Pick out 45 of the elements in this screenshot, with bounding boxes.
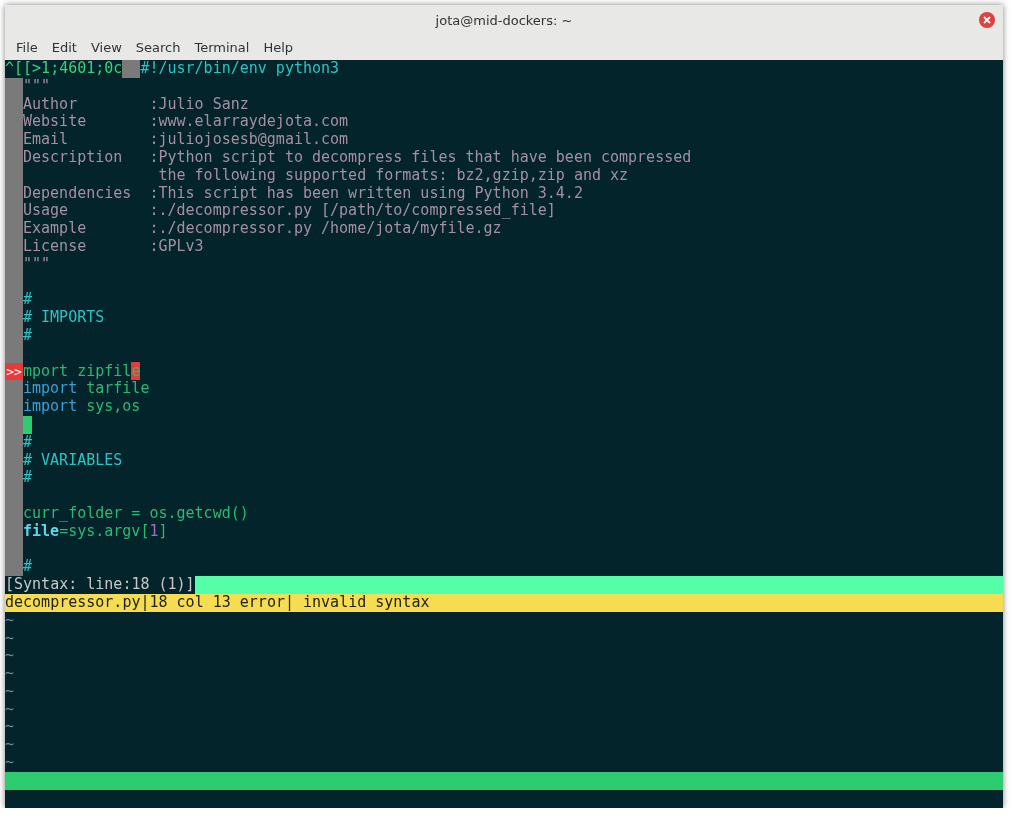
window-title: jota@mid-dockers: ~ <box>435 12 573 28</box>
code-line: curr_folder = os.getcwd() <box>23 503 249 522</box>
empty-line-tilde: ~ <box>5 665 16 683</box>
code-line: Email :juliojosesb@gmail.com <box>23 130 349 149</box>
code-line: License :GPLv3 <box>23 236 204 255</box>
empty-line-tilde: ~ <box>5 718 16 737</box>
code-line: # <box>23 325 33 344</box>
menu-item[interactable]: View <box>83 40 129 55</box>
close-icon[interactable] <box>979 12 995 28</box>
code-line: Website :www.elarraydejota.com <box>23 112 349 131</box>
code-line: """ <box>23 254 51 273</box>
code-line: Dependencies :This script has been written using Python 3.4.2 <box>23 183 583 202</box>
syntax-message: [Syntax: line:18 (1)] <box>5 576 195 594</box>
empty-line-tilde: ~ <box>5 754 16 772</box>
code-line: # <box>23 468 33 487</box>
code-line: # IMPORTS <box>23 308 105 327</box>
escape-sequence: ^[[>1;4601;0c <box>5 60 123 78</box>
code-line: Author :Julio Sanz <box>23 94 249 113</box>
code-line: # <box>23 557 33 576</box>
menu-item[interactable]: Terminal <box>187 40 257 55</box>
code-line: the following supported formats: bz2,gzip,zip and xz <box>157 165 629 184</box>
code-line: Example :./decompressor.py /home/jota/myfile.gz <box>23 219 502 238</box>
menu-item[interactable]: File <box>9 40 45 55</box>
menu-item[interactable]: Edit <box>44 40 84 55</box>
code-line: """ <box>23 76 51 95</box>
empty-line-tilde: ~ <box>5 629 16 648</box>
empty-line-tilde: ~ <box>5 647 16 666</box>
code-line: import sys,os <box>23 397 141 416</box>
code-line: mport zipfile <box>23 361 141 380</box>
code-line: import tarfile <box>23 379 150 398</box>
code-line: file=sys.argv[1] <box>23 521 168 540</box>
code-line: # VARIABLES <box>23 450 123 469</box>
text-cursor <box>23 415 32 434</box>
code-line: # <box>23 290 33 309</box>
code-line: #!/usr/bin/env python3 <box>140 60 340 78</box>
empty-line-tilde: ~ <box>5 736 16 755</box>
menu-item[interactable]: Search <box>128 40 188 55</box>
code-line: Description :Python script to decompress files that have been compressed <box>23 148 692 166</box>
empty-line-tilde: ~ <box>5 611 15 630</box>
menu-item[interactable]: Help <box>256 40 301 55</box>
code-line: Usage :./decompressor.py [/path/to/compressed_file] <box>23 201 556 220</box>
empty-line-tilde: ~ <box>5 682 16 701</box>
error-sign: >> <box>5 362 23 381</box>
code-line: # <box>23 432 33 451</box>
empty-line-tilde: ~ <box>5 700 16 719</box>
